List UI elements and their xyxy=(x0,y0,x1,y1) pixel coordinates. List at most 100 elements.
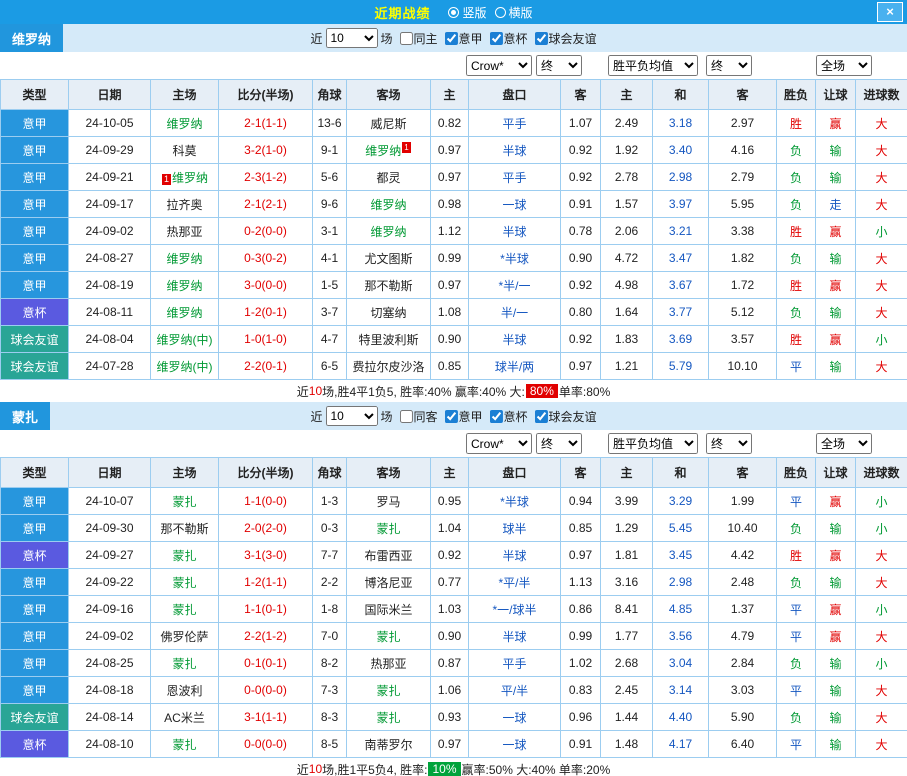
red-card-badge: 1 xyxy=(402,142,410,153)
horizontal-layout-radio[interactable] xyxy=(495,7,506,18)
same-venue-checkbox[interactable] xyxy=(399,410,412,423)
corners: 8-2 xyxy=(313,650,347,677)
filter-coppa-italia[interactable]: 意杯 xyxy=(490,30,528,47)
filter-controls-row: 蒙扎 近 10 场 同客 意甲 意杯 xyxy=(0,402,907,430)
results-table: 类型日期主场比分(半场)角球客场主盘口客主和客胜负让球进球数 意甲24-10-0… xyxy=(0,79,907,380)
filter-label[interactable]: 意杯 xyxy=(504,30,528,47)
same-venue-checkbox[interactable] xyxy=(399,32,412,45)
match-type-badge: 意甲 xyxy=(1,569,69,596)
club-friendly-checkbox[interactable] xyxy=(535,32,548,45)
asia-home-odds: 0.77 xyxy=(431,569,469,596)
home-team: 维罗纳 xyxy=(151,272,219,299)
away-team: 威尼斯 xyxy=(347,110,431,137)
handicap-line: 一球 xyxy=(469,704,561,731)
goals-over-under: 大 xyxy=(856,164,907,191)
away-team: 博洛尼亚 xyxy=(347,569,431,596)
coppa-italia-checkbox[interactable] xyxy=(490,32,503,45)
euro-away-odds: 1.37 xyxy=(709,596,777,623)
horizontal-layout-label[interactable]: 横版 xyxy=(509,4,533,21)
layout-radio-group: 竖版 横版 xyxy=(440,4,532,21)
serie-a-checkbox[interactable] xyxy=(445,32,458,45)
filter-club-friendly[interactable]: 球会友谊 xyxy=(535,30,597,47)
filter-label[interactable]: 意杯 xyxy=(504,408,528,425)
match-result: 负 xyxy=(777,569,816,596)
asia-stage-select[interactable]: 终 xyxy=(536,55,582,76)
column-header: 客场 xyxy=(347,458,431,488)
filter-controls-row: 维罗纳 近 10 场 同主 意甲 意杯 xyxy=(0,24,907,52)
window-title: 近期战绩 xyxy=(374,3,430,22)
summary-segment: 10 xyxy=(309,762,322,776)
away-team: 切塞纳 xyxy=(347,299,431,326)
close-button[interactable]: × xyxy=(877,2,903,22)
euro-draw-odds: 3.14 xyxy=(653,677,709,704)
filter-label[interactable]: 意甲 xyxy=(459,30,483,47)
euro-home-odds: 2.78 xyxy=(601,164,653,191)
scope-select[interactable]: 全场 xyxy=(816,55,872,76)
scope-select[interactable]: 全场 xyxy=(816,433,872,454)
handicap-result: 赢 xyxy=(816,488,856,515)
near-label: 近 xyxy=(310,30,322,47)
euro-away-odds: 5.12 xyxy=(709,299,777,326)
asia-away-odds: 0.97 xyxy=(561,353,601,380)
score: 1-2(0-1) xyxy=(219,299,313,326)
handicap-result: 输 xyxy=(816,137,856,164)
asia-away-odds: 0.85 xyxy=(561,515,601,542)
match-type-badge: 意甲 xyxy=(1,515,69,542)
euro-metric-select[interactable]: 胜平负均值 xyxy=(608,433,698,454)
score: 2-3(1-2) xyxy=(219,164,313,191)
euro-draw-odds: 3.04 xyxy=(653,650,709,677)
asia-stage-select[interactable]: 终 xyxy=(536,433,582,454)
bookmaker-select[interactable]: Crow* xyxy=(466,433,532,454)
filter-serie-a[interactable]: 意甲 xyxy=(445,30,483,47)
handicap-line: 半球 xyxy=(469,137,561,164)
serie-a-checkbox[interactable] xyxy=(445,410,458,423)
recent-count-select[interactable]: 10 xyxy=(325,28,377,48)
filter-same-venue[interactable]: 同主 xyxy=(399,30,437,47)
recent-count-select[interactable]: 10 xyxy=(325,406,377,426)
euro-away-odds: 4.42 xyxy=(709,542,777,569)
filter-label[interactable]: 同主 xyxy=(413,30,437,47)
away-team: 都灵 xyxy=(347,164,431,191)
handicap-line: 半球 xyxy=(469,542,561,569)
euro-stage-select[interactable]: 终 xyxy=(706,433,752,454)
filter-label[interactable]: 同客 xyxy=(413,408,437,425)
corners: 6-5 xyxy=(313,353,347,380)
filter-label[interactable]: 球会友谊 xyxy=(549,408,597,425)
filter-serie-a[interactable]: 意甲 xyxy=(445,408,483,425)
match-date: 24-08-19 xyxy=(69,272,151,299)
home-team: 蒙扎 xyxy=(151,569,219,596)
euro-away-odds: 2.79 xyxy=(709,164,777,191)
filter-label[interactable]: 球会友谊 xyxy=(549,30,597,47)
filter-label[interactable]: 意甲 xyxy=(459,408,483,425)
filter-club-friendly[interactable]: 球会友谊 xyxy=(535,408,597,425)
euro-metric-select[interactable]: 胜平负均值 xyxy=(608,55,698,76)
column-header: 进球数 xyxy=(856,458,907,488)
vertical-layout-label[interactable]: 竖版 xyxy=(462,4,486,21)
euro-stage-select[interactable]: 终 xyxy=(706,55,752,76)
euro-away-odds: 5.90 xyxy=(709,704,777,731)
bookmaker-select[interactable]: Crow* xyxy=(466,55,532,76)
handicap-result: 赢 xyxy=(816,596,856,623)
euro-draw-odds: 3.29 xyxy=(653,488,709,515)
filter-coppa-italia[interactable]: 意杯 xyxy=(490,408,528,425)
euro-draw-odds: 5.45 xyxy=(653,515,709,542)
match-row: 意杯24-08-11维罗纳1-2(0-1)3-7切塞纳1.08半/一0.801.… xyxy=(1,299,907,326)
club-friendly-checkbox[interactable] xyxy=(535,410,548,423)
red-card-badge: 1 xyxy=(162,174,171,185)
coppa-italia-checkbox[interactable] xyxy=(490,410,503,423)
asia-home-odds: 1.03 xyxy=(431,596,469,623)
asia-away-odds: 0.92 xyxy=(561,137,601,164)
match-row: 意甲24-08-18恩波利0-0(0-0)7-3蒙扎1.06平/半0.832.4… xyxy=(1,677,907,704)
filter-same-venue[interactable]: 同客 xyxy=(399,408,437,425)
euro-draw-odds: 3.56 xyxy=(653,623,709,650)
asia-home-odds: 0.97 xyxy=(431,731,469,758)
away-team: 维罗纳 xyxy=(347,218,431,245)
score: 2-2(1-2) xyxy=(219,623,313,650)
handicap-line: 球半/两 xyxy=(469,353,561,380)
column-header: 让球 xyxy=(816,458,856,488)
column-header: 盘口 xyxy=(469,458,561,488)
match-row: 意甲24-08-27维罗纳0-3(0-2)4-1尤文图斯0.99*半球0.904… xyxy=(1,245,907,272)
vertical-layout-radio[interactable] xyxy=(448,7,459,18)
match-date: 24-08-11 xyxy=(69,299,151,326)
corners: 8-5 xyxy=(313,731,347,758)
